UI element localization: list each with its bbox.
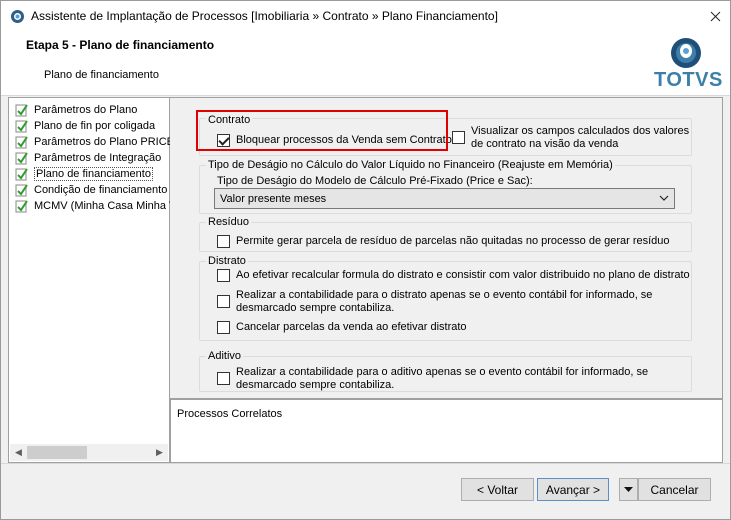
options-dropdown-button[interactable] xyxy=(619,478,638,501)
tree-item-label: Parâmetros de Integração xyxy=(34,151,162,164)
aditivo-checkbox[interactable] xyxy=(217,372,230,385)
totvs-logo: TOTVS xyxy=(649,35,725,93)
scroll-right-arrow-icon[interactable]: ▶ xyxy=(151,444,168,461)
window-title: Assistente de Implantação de Processos [… xyxy=(31,9,498,23)
step-title: Etapa 5 - Plano de financiamento xyxy=(26,38,215,52)
distrato-recalcular-label: Ao efetivar recalcular formula do distra… xyxy=(236,269,690,281)
tree-item[interactable]: Parâmetros de Integração xyxy=(15,150,161,165)
back-button[interactable]: < Voltar xyxy=(461,478,534,501)
tree-item[interactable]: Parâmetros do Plano xyxy=(15,102,137,117)
desagio-select[interactable]: Valor presente meses xyxy=(214,188,675,209)
totvs-logo-icon xyxy=(671,38,701,68)
checklist-check-icon xyxy=(15,151,28,164)
residuo-label: Permite gerar parcela de resíduo de parc… xyxy=(236,235,670,247)
close-icon xyxy=(710,11,720,21)
distrato-option-2[interactable]: Realizar a contabilidade para o distrato… xyxy=(217,289,656,315)
wizard-window: Assistente de Implantação de Processos [… xyxy=(0,0,731,520)
related-processes-panel: Processos Correlatos xyxy=(170,399,723,463)
checklist-check-icon xyxy=(15,103,28,116)
checklist-check-icon xyxy=(15,183,28,196)
tree-item[interactable]: Parâmetros do Plano PRICE xyxy=(15,134,174,149)
distrato-recalcular-checkbox[interactable] xyxy=(217,269,230,282)
residuo-group-label: Resíduo xyxy=(206,216,251,228)
tree-item-label: Parâmetros do Plano PRICE xyxy=(34,135,175,148)
desagio-group-label: Tipo de Deságio no Cálculo do Valor Líqu… xyxy=(206,159,615,171)
back-button-label: < Voltar xyxy=(476,482,519,497)
steps-tree: Parâmetros do Plano Plano de fin por coli… xyxy=(8,97,179,463)
aditivo-label: Realizar a contabilidade para o aditivo … xyxy=(236,366,649,391)
step-subtitle: Plano de financiamento xyxy=(44,69,159,81)
distrato-cancelar-label: Cancelar parcelas da venda ao efetivar d… xyxy=(236,321,467,333)
app-icon xyxy=(11,10,24,23)
distrato-contabilidade-checkbox[interactable] xyxy=(217,295,230,308)
scrollbar-thumb[interactable] xyxy=(27,446,87,459)
aditivo-option[interactable]: Realizar a contabilidade para o aditivo … xyxy=(217,366,656,392)
desagio-select-value: Valor presente meses xyxy=(220,192,327,205)
wizard-header: Etapa 5 - Plano de financiamento Plano d… xyxy=(1,31,730,96)
tree-item-label: Parâmetros do Plano xyxy=(34,103,138,116)
close-button[interactable] xyxy=(700,1,730,31)
scroll-left-arrow-icon[interactable]: ◀ xyxy=(10,444,27,461)
desagio-field-label: Tipo de Deságio do Modelo de Cálculo Pré… xyxy=(217,175,533,187)
tree-horizontal-scrollbar[interactable]: ◀ ▶ xyxy=(10,444,168,461)
distrato-contabilidade-label: Realizar a contabilidade para o distrato… xyxy=(236,289,653,314)
tree-item[interactable]: Plano de fin por coligada xyxy=(15,118,155,133)
visualizar-campos-checkbox[interactable] xyxy=(452,131,465,144)
tree-item[interactable]: MCMV (Minha Casa Minha Vi xyxy=(15,198,179,213)
next-button-label: Avançar > xyxy=(545,482,601,497)
distrato-cancelar-checkbox[interactable] xyxy=(217,321,230,334)
distrato-option-1[interactable]: Ao efetivar recalcular formula do distra… xyxy=(217,269,690,282)
tree-item[interactable]: Plano de financiamento xyxy=(15,166,153,181)
visualizar-campos-option[interactable]: Visualizar os campos calculados dos valo… xyxy=(452,125,693,151)
aditivo-group-label: Aditivo xyxy=(206,350,244,362)
related-processes-label: Processos Correlatos xyxy=(177,408,283,420)
residuo-option[interactable]: Permite gerar parcela de resíduo de parc… xyxy=(217,235,670,248)
checklist-check-icon xyxy=(15,119,28,132)
tree-item-label: Plano de fin por coligada xyxy=(34,119,156,132)
chevron-down-icon xyxy=(659,195,669,201)
checklist-check-icon xyxy=(15,167,28,180)
distrato-group-label: Distrato xyxy=(206,255,248,267)
tree-item[interactable]: Condição de financiamento xyxy=(15,182,167,197)
title-bar: Assistente de Implantação de Processos [… xyxy=(1,1,730,31)
residuo-checkbox[interactable] xyxy=(217,235,230,248)
footer-divider xyxy=(1,463,730,464)
totvs-logo-text: TOTVS xyxy=(654,69,723,91)
cancel-button[interactable]: Cancelar xyxy=(638,478,711,501)
distrato-option-3[interactable]: Cancelar parcelas da venda ao efetivar d… xyxy=(217,321,467,334)
highlight-box xyxy=(196,110,448,151)
visualizar-campos-label: Visualizar os campos calculados dos valo… xyxy=(471,125,690,150)
tree-item-label: MCMV (Minha Casa Minha Vi xyxy=(34,199,179,212)
checklist-check-icon xyxy=(15,135,28,148)
caret-down-icon xyxy=(624,486,633,492)
tree-item-label: Plano de financiamento xyxy=(34,166,153,181)
checklist-check-icon xyxy=(15,199,28,212)
tree-item-label: Condição de financiamento xyxy=(34,183,168,196)
next-button[interactable]: Avançar > xyxy=(537,478,609,501)
cancel-button-label: Cancelar xyxy=(650,482,699,497)
